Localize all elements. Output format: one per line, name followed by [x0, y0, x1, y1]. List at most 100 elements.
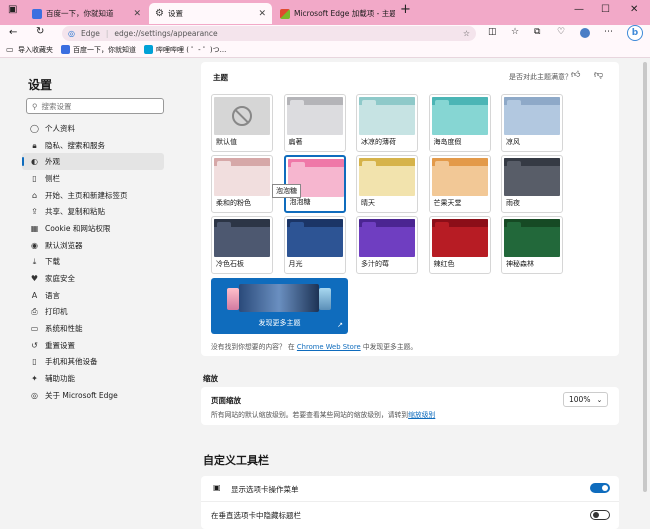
theme-option[interactable]: 辣红色 [428, 216, 491, 274]
favorites-icon[interactable]: ☆ [511, 27, 519, 37]
phone-icon: ▯ [32, 357, 37, 367]
theme-option[interactable]: 晴天 [356, 155, 418, 213]
sidebar-item[interactable]: ▦ Cookie 和网站权限 [22, 220, 164, 237]
toggle-knob [593, 512, 599, 518]
theme-option[interactable]: 冰凉的薄荷 [356, 94, 418, 152]
sidebar-item[interactable]: A 语言 [22, 287, 164, 304]
sidebar-item[interactable]: ⎙ 打印机 [22, 304, 164, 321]
cookie-icon: ▦ [30, 223, 39, 233]
thumbs-up-icon[interactable]: 👍︎ [571, 70, 580, 80]
sidebar-item[interactable]: ⤓ 下载 [22, 254, 164, 271]
tab-actions-toggle[interactable] [590, 483, 610, 493]
theme-option[interactable]: 海岛度假 [428, 94, 491, 152]
page-zoom-title: 页面缩放 [211, 396, 241, 405]
zoom-desc-text: 所有网站的默认缩放级别。若要查看某些网站的缩放级别，请转到 [211, 411, 409, 419]
themes-preview-image [319, 288, 331, 310]
tab-bar: ▣ 百度一下，你就知道 ✕ ⚙ 设置 ✕ Microsoft Edge 加载项 … [0, 0, 650, 25]
thumbs-down-icon[interactable]: 👎︎ [594, 70, 603, 80]
tab-actions-icon[interactable]: ▣ [8, 4, 17, 15]
favorite-star-icon[interactable]: ☆ [463, 29, 470, 38]
copilot-icon[interactable]: ♡ [557, 27, 565, 37]
zoom-select[interactable]: 100% ⌄ [563, 392, 608, 407]
tab-baidu[interactable]: 百度一下，你就知道 ✕ [26, 3, 147, 24]
hide-title-bar-toggle[interactable] [590, 510, 610, 520]
sidebar-item[interactable]: ⌂ 开始、主页和新建标签页 [22, 187, 164, 204]
theme-option[interactable]: 扁著 [283, 94, 346, 152]
minimize-icon[interactable]: — [574, 4, 584, 15]
theme-tab [434, 161, 449, 166]
theme-option[interactable]: 多汁的莓 [356, 216, 418, 274]
close-tab-icon[interactable]: ✕ [133, 9, 141, 19]
sidebar-item[interactable]: ◐ 外观 [22, 153, 164, 171]
theme-option[interactable]: 默认值 [211, 94, 273, 152]
theme-tab [507, 100, 521, 105]
sidebar-item[interactable]: ◉ 默认浏览器 [22, 237, 164, 254]
printer-icon: ⎙ [31, 307, 38, 317]
collections-icon[interactable]: ⧉ [534, 27, 540, 37]
close-tab-icon[interactable]: ✕ [258, 9, 266, 19]
bookmark-baidu[interactable]: 百度一下，你就知道 [61, 45, 136, 55]
sidebar-item[interactable]: ↺ 重置设置 [22, 337, 164, 354]
theme-label: 神秘森林 [506, 260, 534, 268]
settings-search-input[interactable]: ⚲ 搜索设置 [26, 98, 164, 114]
theme-option[interactable]: 雨夜 [501, 155, 563, 213]
bing-chat-icon[interactable]: b [627, 25, 643, 41]
scrollbar-thumb[interactable] [643, 62, 647, 492]
maximize-icon[interactable]: ☐ [601, 4, 610, 15]
sidebar-item-label: 打印机 [45, 307, 68, 317]
sidebar-item[interactable]: ✦ 辅助功能 [22, 370, 164, 387]
sidebar-item[interactable]: ▭ 系统和性能 [22, 320, 164, 337]
bookmark-import[interactable]: ▭ 导入收藏夹 [6, 45, 53, 55]
edge-logo-icon: ◎ [68, 29, 75, 38]
theme-option[interactable]: 冷色石板 [211, 216, 273, 274]
zoom-card: 页面缩放 所有网站的默认缩放级别。若要查看某些网站的缩放级别，请转到缩放级别 1… [201, 387, 619, 425]
theme-option[interactable]: 凉风 [501, 94, 563, 152]
sidebar-item[interactable]: ◯ 个人资料 [22, 120, 164, 137]
theme-option[interactable]: 芒果天堂 [428, 155, 491, 213]
sidebar-item-label: 手机和其他设备 [45, 357, 98, 367]
microsoft-favicon-icon [280, 8, 290, 19]
more-icon[interactable]: ⋯ [604, 27, 613, 37]
settings-nav: ◯ 个人资料 🔒︎ 隐私、搜索和服务 ◐ 外观 ▯ 侧栏 ⌂ 开始、主页和新建标签页 ⇪ 共享、复制和… [22, 120, 164, 404]
theme-option[interactable]: 神秘森林 [501, 216, 563, 274]
external-link-icon: ↗ [337, 321, 343, 329]
close-window-icon[interactable]: ✕ [630, 4, 638, 15]
split-screen-icon[interactable]: ◫ [488, 27, 497, 37]
default-theme-icon [232, 106, 252, 126]
sidebar-item[interactable]: ♥ 家庭安全 [22, 270, 164, 287]
theme-preview [214, 158, 270, 196]
sidebar-item-label: 侧栏 [45, 173, 60, 183]
sidebar-item-label: 共享、复制和粘贴 [45, 207, 105, 217]
sidebar-item[interactable]: ◎ 关于 Microsoft Edge [22, 387, 164, 404]
sidebar-item[interactable]: ▯ 侧栏 [22, 170, 164, 187]
refresh-icon[interactable]: ↻ [36, 26, 44, 37]
sidebar-item[interactable]: ▯ 手机和其他设备 [22, 354, 164, 371]
sidebar-item[interactable]: ⇪ 共享、复制和粘贴 [22, 203, 164, 220]
avatar[interactable] [580, 28, 590, 38]
sidebar-item-label: 外观 [45, 157, 60, 167]
settings-sidebar: 设置 ⚲ 搜索设置 ◯ 个人资料 🔒︎ 隐私、搜索和服务 ◐ 外观 ▯ 侧栏 ⌂ 开始、主页和新建… [10, 58, 176, 529]
theme-option[interactable]: 柔和的粉色 [211, 155, 273, 213]
theme-tab [289, 100, 304, 105]
theme-card: 主题 是否对此主题满意？ 👍︎ 👎︎ 默认值 扁著 冰凉的薄荷 海岛度假 凉风 柔和的粉色… [201, 62, 619, 356]
theme-tab [289, 222, 304, 227]
toolbar-row-vertical-tabs: 在垂直选项卡中隐藏标题栏 [201, 503, 619, 529]
sidebar-item-label: 默认浏览器 [45, 240, 83, 250]
tooltip: 泡泡糖 [272, 184, 301, 198]
bookmark-bilibili[interactable]: 哔哩哔哩 ( ゜- ゜)つ... [144, 45, 226, 55]
sidebar-item[interactable]: 🔒︎ 隐私、搜索和服务 [22, 137, 164, 154]
back-icon[interactable]: ← [9, 27, 17, 38]
bilibili-favicon-icon [144, 45, 153, 54]
new-tab-icon[interactable]: + [400, 2, 411, 17]
search-icon: ⚲ [32, 101, 38, 111]
theme-option[interactable]: 月光 [283, 216, 346, 274]
chrome-web-store-link[interactable]: Chrome Web Store [297, 343, 361, 351]
discover-more-themes-button[interactable]: 发现更多主题 ↗ [211, 278, 348, 334]
zoom-levels-link[interactable]: 缩放级别 [408, 411, 435, 419]
tab-edge-addons[interactable]: Microsoft Edge 加载项 - 主题 ✕ [274, 3, 395, 24]
baidu-favicon-icon [61, 45, 70, 54]
tab-settings[interactable]: ⚙ 设置 ✕ [149, 3, 272, 24]
sidebar-item-label: 语言 [45, 290, 60, 300]
scrollbar[interactable] [640, 58, 650, 529]
address-bar[interactable]: ◎ Edge | edge://settings/appearance ☆ [62, 26, 476, 41]
